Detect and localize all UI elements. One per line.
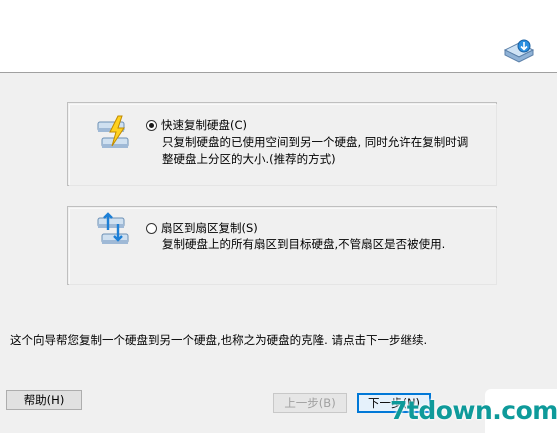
wizard-instructions: 这个向导帮您复制一个硬盘到另一个硬盘,也称之为硬盘的克隆. 请点击下一步继续.	[10, 333, 428, 347]
option-description-fast-copy: 只复制硬盘的已使用空间到另一个硬盘, 同时允许在复制时调 整硬盘上分区的大小.(…	[162, 134, 468, 168]
description-line: 只复制硬盘的已使用空间到另一个硬盘, 同时允许在复制时调	[162, 135, 469, 149]
disk-copy-header-icon	[503, 39, 535, 63]
sector-copy-disk-icon	[97, 212, 129, 244]
radio-button-sector-copy[interactable]	[146, 222, 157, 234]
radio-label-fast-copy: 快速复制硬盘(C)	[161, 118, 248, 132]
radio-label-sector-copy: 扇区到扇区复制(S)	[161, 221, 258, 235]
description-line: 复制硬盘上的所有扇区到目标硬盘,不管扇区是否被使用.	[162, 237, 446, 251]
wizard-header	[0, 0, 557, 73]
radio-fast-copy[interactable]: 快速复制硬盘(C)	[146, 117, 247, 133]
watermark: 7tdown.com	[390, 396, 557, 425]
help-button[interactable]: 帮助(H)	[6, 390, 82, 410]
radio-sector-copy[interactable]: 扇区到扇区复制(S)	[146, 220, 258, 236]
back-button[interactable]: 上一步(B)	[273, 393, 347, 413]
fast-copy-disk-icon	[97, 115, 129, 148]
description-line: 整硬盘上分区的大小.(推荐的方式)	[162, 152, 336, 166]
option-description-sector-copy: 复制硬盘上的所有扇区到目标硬盘,不管扇区是否被使用.	[162, 236, 445, 253]
radio-button-fast-copy[interactable]	[146, 119, 157, 131]
